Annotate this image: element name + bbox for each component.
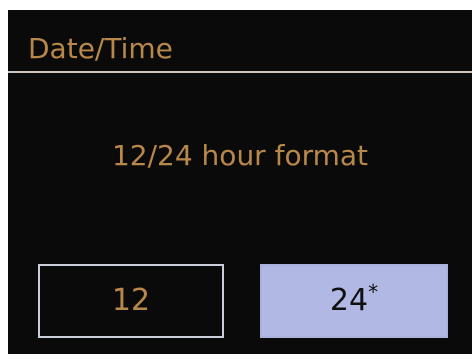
selected-marker: *	[368, 280, 379, 304]
page-title: Date/Time	[28, 32, 173, 65]
display-screen: Date/Time 12/24 hour format 12 24 *	[8, 10, 472, 354]
option-24-hour-button[interactable]: 24 *	[260, 264, 448, 338]
option-12-hour-button[interactable]: 12	[38, 264, 224, 338]
option-12-label: 12	[111, 283, 151, 318]
title-divider	[8, 71, 472, 73]
option-24-label: 24	[329, 283, 369, 318]
device-frame: Date/Time 12/24 hour format 12 24 *	[0, 0, 472, 360]
setting-prompt: 12/24 hour format	[111, 139, 369, 172]
